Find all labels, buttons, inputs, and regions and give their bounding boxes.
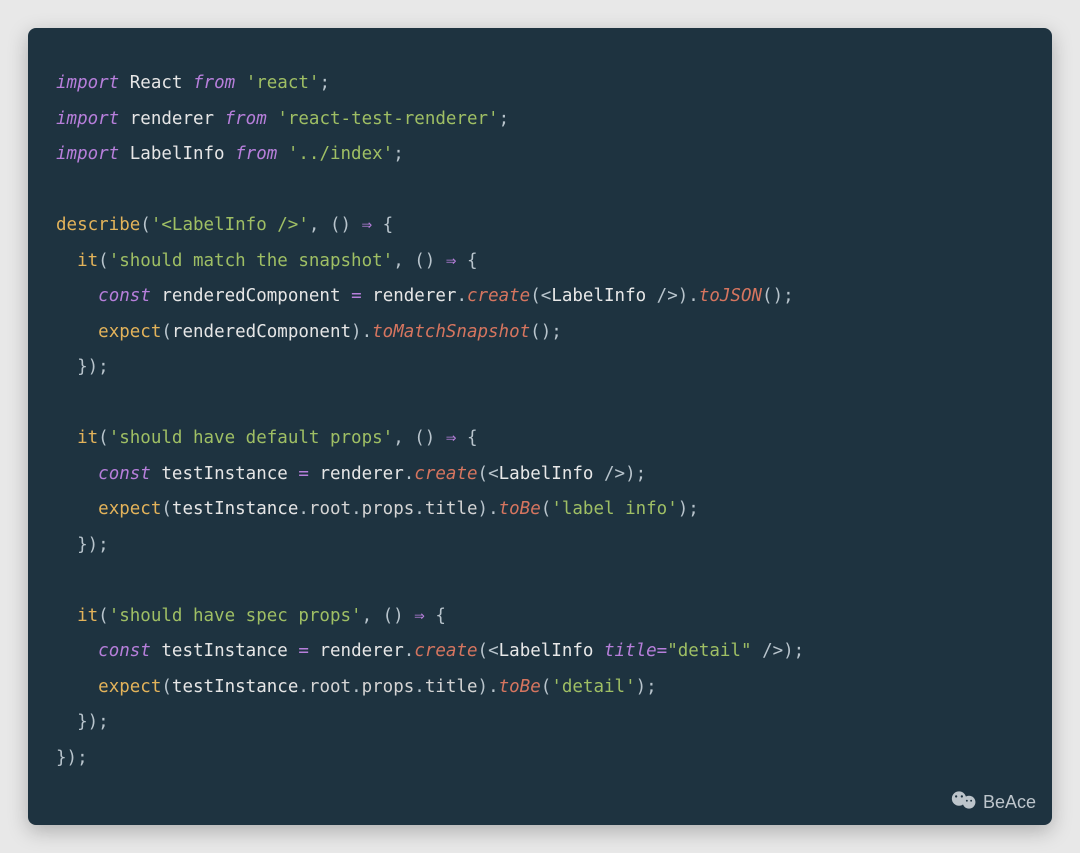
code-block: import React from 'react'; import render… — [56, 66, 1024, 776]
watermark: BeAce — [951, 790, 1036, 815]
code-panel: import React from 'react'; import render… — [28, 28, 1052, 825]
wechat-icon — [951, 790, 977, 815]
watermark-text: BeAce — [983, 792, 1036, 813]
